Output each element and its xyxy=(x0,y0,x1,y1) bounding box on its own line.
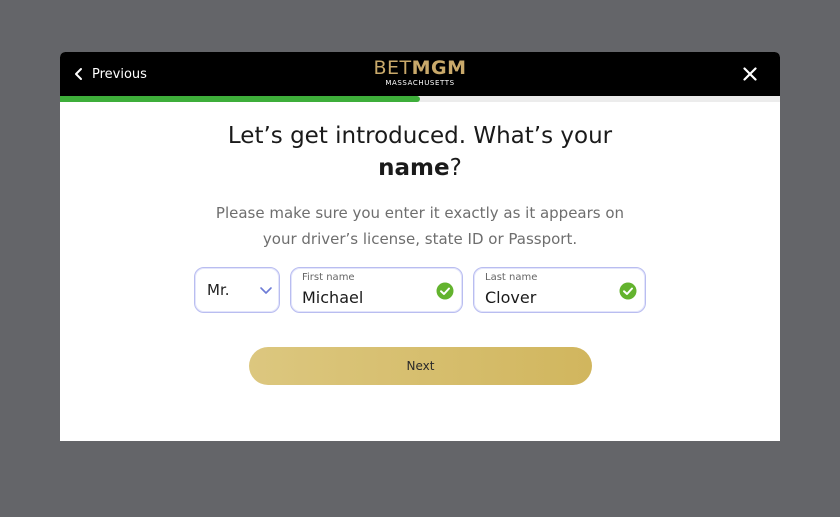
betmgm-logo: BETMGM MASSACHUSETTS xyxy=(370,59,470,87)
instruction-line-1: Please make sure you enter it exactly as… xyxy=(215,204,625,222)
progress-bar xyxy=(60,96,780,102)
previous-button[interactable]: Previous xyxy=(70,62,147,86)
chevron-down-icon xyxy=(260,287,272,294)
previous-label: Previous xyxy=(92,66,147,82)
first-name-field[interactable]: First name Michael xyxy=(290,267,463,313)
heading-text: Let’s get introduced. What’s your xyxy=(227,123,613,149)
next-button[interactable]: Next xyxy=(249,347,592,385)
last-name-value: Clover xyxy=(485,288,537,307)
logo-mgm: MGM xyxy=(411,57,467,79)
close-button[interactable] xyxy=(740,64,760,84)
last-name-field[interactable]: Last name Clover xyxy=(473,267,646,313)
chevron-left-icon xyxy=(70,65,88,83)
check-circle-icon xyxy=(436,282,454,300)
modal-header: Previous BETMGM MASSACHUSETTS xyxy=(60,52,780,96)
page-heading: Let’s get introduced. What’s your name? xyxy=(120,120,720,184)
progress-fill xyxy=(60,96,420,102)
last-name-label: Last name xyxy=(485,272,538,283)
heading-end: ? xyxy=(449,155,462,181)
close-icon xyxy=(743,67,757,81)
title-select-value: Mr. xyxy=(207,281,230,299)
logo-state: MASSACHUSETTS xyxy=(385,79,455,87)
registration-modal: Previous BETMGM MASSACHUSETTS Let’s get … xyxy=(60,52,780,441)
check-circle-icon xyxy=(619,282,637,300)
title-select[interactable]: Mr. xyxy=(194,267,280,313)
instruction-line-2: your driver’s license, state ID or Passp… xyxy=(262,230,578,248)
logo-bet: BET xyxy=(373,57,412,79)
heading-emphasis: name xyxy=(378,155,450,181)
first-name-value: Michael xyxy=(302,288,364,307)
instruction-text: Please make sure you enter it exactly as… xyxy=(170,200,670,252)
logo-wordmark: BETMGM xyxy=(370,59,470,78)
first-name-label: First name xyxy=(302,272,355,283)
